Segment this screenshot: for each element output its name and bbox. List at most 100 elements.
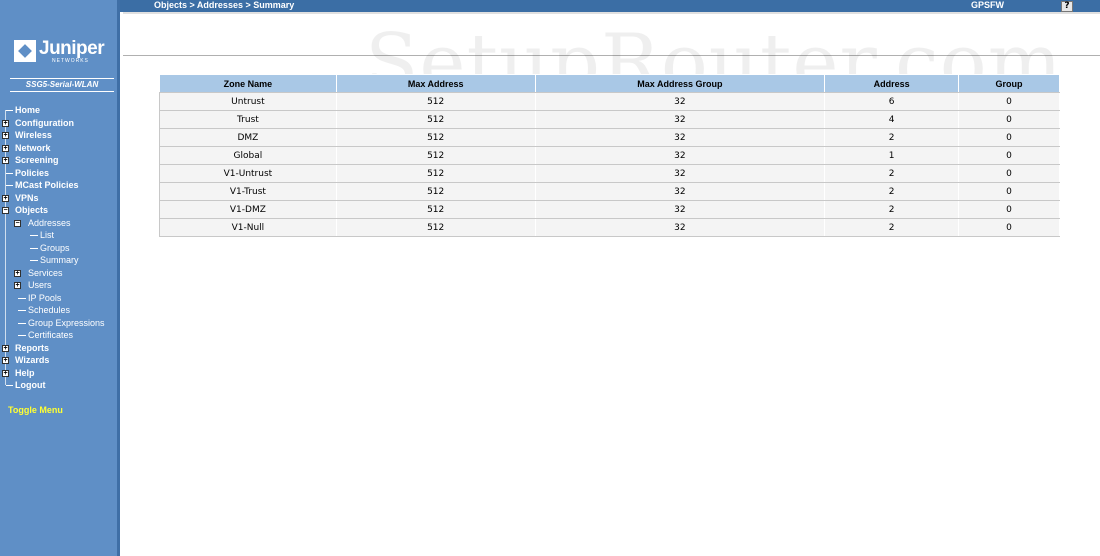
help-button[interactable]: ? — [1061, 1, 1073, 12]
sidebar-item-home[interactable]: Home — [0, 104, 120, 117]
table-cell: 0 — [958, 200, 1060, 219]
collapse-icon[interactable]: − — [14, 219, 21, 227]
sidebar-item-summary[interactable]: Summary — [0, 254, 120, 267]
sidebar-item-schedules[interactable]: Schedules — [0, 304, 120, 317]
sidebar-item-help[interactable]: + Help — [0, 367, 120, 380]
table-cell: 32 — [535, 182, 826, 201]
tree-connector — [30, 247, 38, 249]
sidebar-item-label: Reports — [15, 342, 50, 353]
sidebar-item-label: Certificates — [28, 330, 74, 340]
sidebar-item-groups[interactable]: Groups — [0, 242, 120, 255]
sidebar-item-policies[interactable]: Policies — [0, 167, 120, 180]
sidebar-item-addresses[interactable]: − Addresses — [0, 217, 120, 230]
table-cell: V1-Trust — [159, 182, 337, 201]
nav-menu: Home + Configuration + Wireless + Network + Scre… — [0, 104, 120, 392]
hostname-label: GPSFW — [971, 0, 1004, 10]
sidebar-item-label: Wizards — [15, 355, 50, 365]
content-header-frame — [123, 12, 1100, 56]
sidebar-item-label: Configuration — [15, 117, 74, 128]
sidebar-item-label: Logout — [15, 380, 46, 390]
table-cell: 0 — [958, 218, 1060, 237]
table-cell: 512 — [336, 110, 536, 129]
column-header-group: Group — [958, 74, 1060, 93]
sidebar-item-screening[interactable]: + Screening — [0, 154, 120, 167]
expand-icon[interactable]: + — [2, 144, 9, 152]
table-cell: 512 — [336, 200, 536, 219]
sidebar-item-logout[interactable]: Logout — [0, 379, 120, 392]
table-cell: 32 — [535, 110, 826, 129]
sidebar-item-objects[interactable]: − Objects — [0, 204, 120, 217]
toggle-menu-link[interactable]: Toggle Menu — [8, 405, 63, 415]
table-cell: 0 — [958, 146, 1060, 165]
sidebar-item-label: Services — [28, 267, 63, 278]
table-cell: 2 — [824, 128, 960, 147]
table-cell: 32 — [535, 218, 826, 237]
table-cell: 1 — [824, 146, 960, 165]
sidebar-item-configuration[interactable]: + Configuration — [0, 117, 120, 130]
table-cell: 0 — [958, 110, 1060, 129]
sidebar-item-label: Groups — [40, 242, 70, 253]
sidebar-item-mcast-policies[interactable]: MCast Policies — [0, 179, 120, 192]
table-row: V1-DMZ 512 32 2 0 — [159, 200, 1060, 219]
sidebar-item-ip-pools[interactable]: IP Pools — [0, 292, 120, 305]
sidebar-item-label: VPNs — [15, 192, 39, 203]
table-cell: 2 — [824, 218, 960, 237]
sidebar-item-users[interactable]: + Users — [0, 279, 120, 292]
sidebar-item-vpns[interactable]: + VPNs — [0, 192, 120, 205]
table-cell: Untrust — [159, 92, 337, 111]
table-row: V1-Untrust 512 32 2 0 — [159, 164, 1060, 183]
collapse-icon[interactable]: − — [2, 207, 9, 214]
expand-icon[interactable]: + — [14, 269, 21, 277]
table-cell: 2 — [824, 200, 960, 219]
juniper-logo: Juniper NETWORKS — [12, 38, 112, 66]
table-cell: DMZ — [159, 128, 337, 147]
table-cell: Global — [159, 146, 337, 165]
table-row: DMZ 512 32 2 0 — [159, 128, 1060, 147]
expand-icon[interactable]: + — [2, 157, 9, 164]
sidebar-item-network[interactable]: + Network — [0, 142, 120, 155]
table-cell: 0 — [958, 92, 1060, 111]
tree-connector — [18, 297, 26, 299]
table-cell: 512 — [336, 92, 536, 111]
sidebar-item-certificates[interactable]: Certificates — [0, 329, 120, 342]
sidebar-item-wizards[interactable]: + Wizards — [0, 354, 120, 367]
expand-icon[interactable]: + — [2, 369, 9, 377]
expand-icon[interactable]: + — [2, 357, 9, 364]
table-cell: 32 — [535, 200, 826, 219]
table-cell: 32 — [535, 164, 826, 183]
sidebar-item-label: IP Pools — [28, 292, 62, 303]
table-cell: 4 — [824, 110, 960, 129]
expand-icon[interactable]: + — [2, 132, 9, 139]
sidebar-item-services[interactable]: + Services — [0, 267, 120, 280]
expand-icon[interactable]: + — [2, 194, 9, 202]
expand-icon[interactable]: + — [14, 282, 21, 289]
tree-connector — [6, 110, 13, 111]
juniper-logo-icon — [14, 40, 36, 62]
sidebar-item-label: Screening — [15, 155, 59, 165]
tree-connector — [30, 235, 38, 236]
column-header-max-address: Max Address — [335, 74, 536, 93]
expand-icon[interactable]: + — [2, 344, 9, 352]
table-cell: 512 — [336, 146, 536, 165]
table-cell: 512 — [336, 128, 536, 147]
table-cell: 32 — [535, 146, 826, 165]
sidebar-item-wireless[interactable]: + Wireless — [0, 129, 120, 142]
table-cell: 6 — [824, 92, 960, 111]
sidebar: Juniper NETWORKS SSG5-Serial-WLAN Home + C… — [0, 0, 120, 556]
table-row: Untrust 512 32 6 0 — [159, 92, 1060, 111]
table-body: Untrust 512 32 6 0 Trust 512 32 4 0 DMZ 512 32 2 0 Glob… — [159, 92, 1060, 237]
table-row: V1-Trust 512 32 2 0 — [159, 182, 1060, 201]
table-header-row: Zone Name Max Address Max Address Group … — [159, 74, 1060, 93]
sidebar-item-group-expressions[interactable]: Group Expressions — [0, 317, 120, 330]
tree-connector — [6, 172, 13, 174]
table-cell: V1-Null — [159, 218, 337, 237]
sidebar-item-label: Network — [15, 142, 51, 153]
expand-icon[interactable]: + — [2, 119, 9, 127]
sidebar-item-list[interactable]: List — [0, 229, 120, 242]
table-cell: V1-DMZ — [159, 200, 337, 219]
tree-connector — [18, 310, 26, 311]
logo-subtext: NETWORKS — [52, 58, 89, 64]
sidebar-item-label: Schedules — [28, 305, 71, 315]
column-header-zone-name: Zone Name — [159, 74, 337, 93]
sidebar-item-reports[interactable]: + Reports — [0, 342, 120, 355]
